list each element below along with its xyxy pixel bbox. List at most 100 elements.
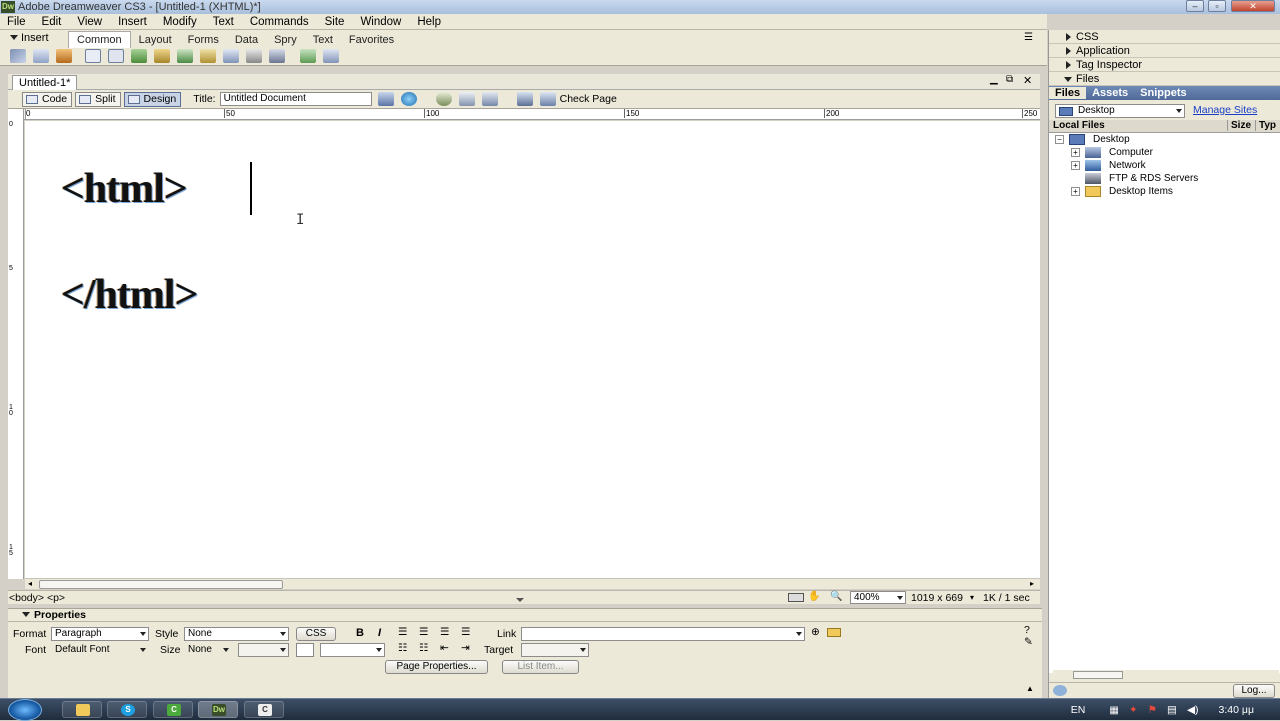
hyperlink-icon[interactable] bbox=[10, 49, 26, 63]
design-view-button[interactable]: Design bbox=[123, 91, 182, 107]
insert-bar-toggle[interactable]: Insert bbox=[10, 32, 49, 44]
tray-network-icon[interactable]: ▤ bbox=[1167, 704, 1177, 716]
view-options-icon[interactable] bbox=[458, 92, 475, 106]
taskbar-explorer[interactable] bbox=[62, 701, 102, 718]
validate-markup-icon[interactable] bbox=[516, 92, 533, 106]
tab-snippets[interactable]: Snippets bbox=[1134, 87, 1192, 99]
application-panel-group[interactable]: Application bbox=[1049, 44, 1280, 58]
expand-icon[interactable]: + bbox=[1071, 187, 1080, 196]
page-properties-button[interactable]: Page Properties... bbox=[385, 660, 488, 674]
tray-acrobat-icon[interactable]: ✦ bbox=[1129, 704, 1138, 716]
image-icon[interactable] bbox=[131, 49, 147, 63]
style-select[interactable]: None bbox=[184, 627, 289, 641]
doc-restore-icon[interactable]: ⧉ bbox=[1006, 74, 1013, 85]
justify-icon[interactable]: ☰ bbox=[461, 626, 470, 638]
div-icon[interactable] bbox=[108, 49, 124, 63]
menu-edit[interactable]: Edit bbox=[34, 14, 70, 30]
tray-app-icon[interactable]: ▦ bbox=[1109, 705, 1118, 716]
date-icon[interactable] bbox=[177, 49, 193, 63]
head-icon[interactable] bbox=[246, 49, 262, 63]
title-input[interactable]: Untitled Document bbox=[219, 92, 372, 106]
tab-assets[interactable]: Assets bbox=[1086, 87, 1134, 99]
connect-icon[interactable] bbox=[1053, 685, 1067, 696]
templates-icon[interactable] bbox=[300, 49, 316, 63]
align-left-icon[interactable]: ☰ bbox=[398, 626, 407, 638]
css-panel-group[interactable]: CSS bbox=[1049, 30, 1280, 44]
taskbar-recorder[interactable]: C bbox=[244, 701, 284, 718]
design-canvas[interactable]: <html> I </html> bbox=[25, 121, 1040, 578]
ordered-list-icon[interactable]: ☷ bbox=[419, 642, 428, 654]
link-input[interactable] bbox=[521, 627, 805, 641]
browse-folder-icon[interactable] bbox=[827, 628, 841, 637]
table-icon[interactable] bbox=[85, 49, 101, 63]
indent-icon[interactable]: ⇥ bbox=[461, 642, 470, 654]
split-view-button[interactable]: Split bbox=[75, 91, 121, 107]
window-size-arrow-icon[interactable]: ▾ bbox=[970, 593, 974, 602]
taskbar-skype[interactable]: S bbox=[107, 701, 147, 718]
align-right-icon[interactable]: ☰ bbox=[440, 626, 449, 638]
properties-header[interactable]: Properties bbox=[8, 608, 1042, 622]
tray-flag-icon[interactable]: ⚑ bbox=[1148, 704, 1157, 716]
html-open-text[interactable]: <html> bbox=[61, 165, 188, 213]
menu-text[interactable]: Text bbox=[205, 14, 242, 30]
html-close-text[interactable]: </html> bbox=[61, 271, 199, 319]
manage-sites-link[interactable]: Manage Sites bbox=[1193, 104, 1257, 116]
local-files-column[interactable]: Local Files bbox=[1053, 120, 1105, 131]
files-scroll-thumb[interactable] bbox=[1073, 671, 1123, 679]
menu-site[interactable]: Site bbox=[317, 14, 353, 30]
select-tool-icon[interactable] bbox=[788, 593, 804, 602]
doc-minimize-icon[interactable]: ▁ bbox=[990, 74, 998, 85]
tree-node-computer[interactable]: + Computer bbox=[1071, 147, 1153, 158]
server-side-include-icon[interactable] bbox=[200, 49, 216, 63]
taskbar-dreamweaver[interactable]: Dw bbox=[198, 701, 238, 718]
text-color-swatch[interactable] bbox=[296, 643, 314, 657]
tab-text[interactable]: Text bbox=[305, 32, 341, 48]
scroll-left-icon[interactable]: ◂ bbox=[28, 579, 32, 588]
visual-aids-icon[interactable] bbox=[481, 92, 498, 106]
expand-icon[interactable]: + bbox=[1071, 148, 1080, 157]
comment-icon[interactable] bbox=[223, 49, 239, 63]
scroll-thumb[interactable] bbox=[39, 580, 283, 589]
size-column[interactable]: Size bbox=[1227, 120, 1251, 131]
bold-button[interactable]: B bbox=[356, 627, 364, 639]
volume-icon[interactable]: ◀) bbox=[1187, 704, 1199, 716]
tag-selector[interactable]: <body> <p> bbox=[9, 592, 65, 604]
help-icon[interactable]: ? bbox=[1024, 624, 1030, 636]
start-button-icon[interactable] bbox=[8, 699, 42, 721]
document-tab[interactable]: Untitled-1* bbox=[12, 75, 78, 90]
target-select[interactable] bbox=[521, 643, 589, 657]
tab-forms[interactable]: Forms bbox=[180, 32, 227, 48]
format-select[interactable]: Paragraph bbox=[51, 627, 149, 641]
hand-tool-icon[interactable]: ✋ bbox=[808, 591, 820, 602]
horizontal-scrollbar[interactable]: ◂ ▸ bbox=[25, 578, 1040, 589]
site-select[interactable]: Desktop bbox=[1055, 104, 1185, 118]
menu-commands[interactable]: Commands bbox=[242, 14, 317, 30]
font-select[interactable]: Default Font bbox=[51, 643, 149, 657]
outdent-icon[interactable]: ⇤ bbox=[440, 642, 449, 654]
named-anchor-icon[interactable] bbox=[56, 49, 72, 63]
panel-collapse-icon[interactable] bbox=[516, 598, 524, 602]
files-panel-group[interactable]: Files bbox=[1049, 72, 1280, 86]
tree-node-desktop-items[interactable]: + Desktop Items bbox=[1071, 186, 1173, 197]
tab-data[interactable]: Data bbox=[227, 32, 266, 48]
menu-insert[interactable]: Insert bbox=[110, 14, 155, 30]
menu-help[interactable]: Help bbox=[409, 14, 449, 30]
language-indicator[interactable]: EN bbox=[1071, 704, 1086, 716]
files-hscrollbar[interactable] bbox=[1053, 670, 1279, 681]
type-column[interactable]: Typ bbox=[1255, 120, 1276, 131]
window-size[interactable]: 1019 x 669 bbox=[911, 592, 963, 604]
taskbar-camtasia[interactable]: C bbox=[153, 701, 193, 718]
tag-inspector-panel-group[interactable]: Tag Inspector bbox=[1049, 58, 1280, 72]
tag-chooser-icon[interactable] bbox=[323, 49, 339, 63]
menu-file[interactable]: File bbox=[0, 14, 34, 30]
clock[interactable]: 3:40 μμ bbox=[1219, 704, 1254, 716]
size-select[interactable]: None bbox=[184, 643, 232, 657]
point-to-file-icon[interactable]: ⊕ bbox=[811, 626, 820, 638]
media-icon[interactable] bbox=[154, 49, 170, 63]
tab-layout[interactable]: Layout bbox=[131, 32, 180, 48]
collapse-icon[interactable]: − bbox=[1055, 135, 1064, 144]
expand-properties-icon[interactable]: ▲ bbox=[1026, 684, 1034, 693]
panel-options-icon[interactable]: ☰ bbox=[1024, 32, 1033, 43]
zoom-select[interactable]: 400% bbox=[850, 591, 906, 604]
check-page-button[interactable]: Check Page bbox=[560, 93, 617, 105]
